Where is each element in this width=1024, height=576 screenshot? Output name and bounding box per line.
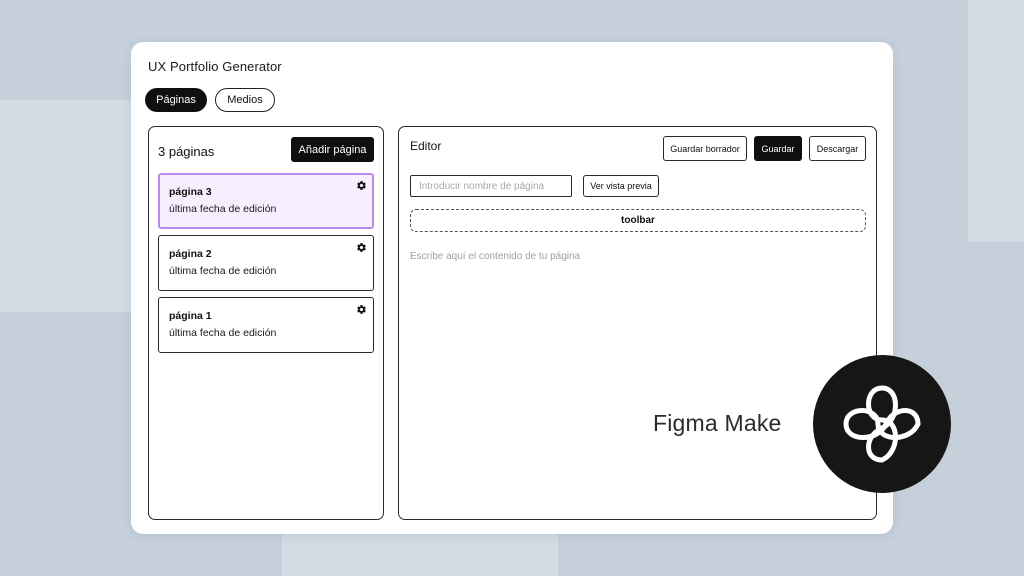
background-block-right [968, 0, 1024, 242]
editor-title: Editor [410, 139, 442, 153]
download-button[interactable]: Descargar [809, 136, 866, 161]
page-card-title: página 3 [169, 186, 212, 198]
save-button[interactable]: Guardar [754, 136, 802, 161]
gear-icon[interactable] [356, 242, 367, 253]
app-title: UX Portfolio Generator [148, 59, 282, 74]
content-editor-placeholder[interactable]: Escribe aquí el contenido de tu página [410, 251, 580, 262]
page-card-2[interactable]: página 2 última fecha de edición [158, 235, 374, 291]
gear-icon[interactable] [356, 304, 367, 315]
tab-medios[interactable]: Medios [215, 88, 275, 112]
page-card-title: página 1 [169, 310, 212, 322]
gear-icon[interactable] [356, 180, 367, 191]
tab-paginas[interactable]: Páginas [145, 88, 207, 112]
figma-make-logo-icon [813, 355, 951, 493]
figma-make-logo-mark [843, 385, 921, 463]
page-card-1[interactable]: página 1 última fecha de edición [158, 297, 374, 353]
pages-panel: 3 páginas Añadir página página 3 última … [148, 126, 384, 520]
page-card-subtitle: última fecha de edición [169, 203, 277, 215]
background-block-left [0, 100, 140, 312]
page-card-title: página 2 [169, 248, 212, 260]
brand-text: Figma Make [653, 410, 782, 436]
page-card-subtitle: última fecha de edición [169, 265, 277, 277]
pages-count-label: 3 páginas [158, 144, 215, 159]
page-card-3[interactable]: página 3 última fecha de edición [158, 173, 374, 229]
editor-toolbar: toolbar [410, 209, 866, 232]
add-page-button[interactable]: Añadir página [291, 137, 374, 162]
page-name-input[interactable] [410, 175, 572, 197]
app-window: UX Portfolio Generator Páginas Medios 3 … [131, 42, 893, 534]
preview-button[interactable]: Ver vista previa [583, 175, 659, 197]
page-card-subtitle: última fecha de edición [169, 327, 277, 339]
editor-panel: Editor Guardar borrador Guardar Descarga… [398, 126, 877, 520]
save-draft-button[interactable]: Guardar borrador [663, 136, 747, 161]
background-block-bottom [282, 534, 558, 576]
